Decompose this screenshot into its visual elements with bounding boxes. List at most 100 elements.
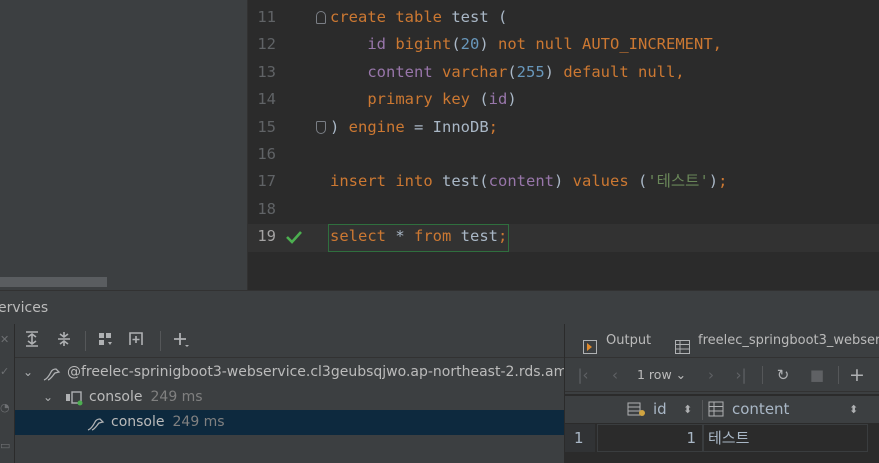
console-label: console 249 ms — [111, 414, 225, 430]
code-text: id bigint(20) not null AUTO_INCREMENT, — [330, 31, 722, 58]
close-icon[interactable]: ✕ — [0, 334, 10, 346]
output-icon — [583, 334, 598, 354]
tree-row-console-session[interactable]: ⌄ console 249 ms — [15, 385, 564, 410]
code-token: ( — [637, 172, 648, 191]
code-token: ; — [718, 172, 728, 191]
check-icon[interactable]: ✓ — [0, 366, 10, 378]
fold-end-icon[interactable] — [316, 120, 326, 134]
code-token: not null AUTO_INCREMENT, — [498, 35, 722, 54]
sort-icon[interactable]: ⬍ — [849, 396, 858, 423]
session-icon — [65, 390, 83, 406]
code-text: content varchar(255) default null, — [330, 59, 685, 86]
code-token: ) — [708, 172, 719, 191]
left-pane — [0, 0, 247, 290]
chevron-down-icon[interactable]: ⌄ — [23, 360, 33, 385]
code-token: values — [572, 172, 638, 191]
code-token: ) — [544, 62, 564, 81]
code-token: ) — [330, 117, 349, 136]
line-number: 18 — [257, 199, 276, 218]
plus-icon[interactable] — [169, 330, 191, 352]
stop-icon[interactable]: ◔ — [0, 402, 10, 414]
code-line[interactable]: 11 create table test ( — [248, 4, 879, 31]
code-token: ) — [507, 90, 517, 109]
code-token: bigint — [395, 35, 452, 54]
results-toolbar: |‹ ‹ 1 row ⌄ › ›| ↻ ■ + — [565, 358, 879, 392]
mysql-icon — [87, 415, 105, 431]
toolbar-separator — [762, 366, 763, 384]
column-header-id[interactable]: id — [653, 396, 667, 423]
code-token: 20 — [460, 35, 480, 54]
datasource-label: @freelec-sprinigboot3-webservice.cl3geub… — [67, 364, 564, 380]
code-token: test ( — [451, 8, 508, 26]
services-tree-pane: ⌄ @freelec-sprinigboot3-webservice.cl3ge… — [15, 324, 564, 463]
code-line[interactable]: 15) engine = InnoDB; — [248, 114, 879, 141]
services-toolbar — [15, 324, 564, 358]
add-group-icon[interactable] — [125, 330, 147, 352]
code-token: = InnoDB — [414, 117, 489, 136]
column-divider — [702, 400, 703, 420]
code-token: create table — [330, 8, 452, 26]
add-row-icon[interactable]: + — [847, 364, 867, 386]
collapse-all-icon[interactable] — [53, 330, 75, 352]
expand-all-icon[interactable] — [21, 330, 43, 352]
code-token: ) — [553, 172, 573, 191]
line-number: 12 — [257, 35, 276, 54]
chevron-down-icon[interactable]: ⌄ — [43, 385, 53, 410]
result-grid: id ⬍ content ⬍ 1 1 테스트 — [565, 394, 879, 463]
line-number: 14 — [257, 90, 276, 109]
mysql-icon — [43, 365, 61, 381]
tree-row-datasource[interactable]: ⌄ @freelec-sprinigboot3-webservice.cl3ge… — [15, 360, 564, 385]
panel-icon[interactable]: ▭ — [0, 440, 10, 452]
horizontal-scrollbar[interactable] — [0, 277, 247, 287]
table-icon — [675, 334, 690, 354]
line-number: 16 — [257, 145, 276, 163]
code-line[interactable]: 17 insert into test(content) values ('테스트… — [248, 168, 879, 195]
row-number: 1 — [565, 424, 595, 452]
code-token: '테스트' — [647, 172, 709, 191]
code-line[interactable]: 18 — [248, 196, 879, 223]
code-text: insert into test(content) values ('테스트')… — [330, 168, 727, 195]
code-token: content — [367, 62, 442, 81]
fold-start-icon[interactable] — [316, 11, 326, 24]
refresh-icon[interactable]: ↻ — [773, 364, 793, 386]
services-side-strip: ✕ ✓ ◔ ▭ — [0, 324, 15, 463]
code-token: id — [367, 35, 396, 54]
last-page-icon[interactable]: ›| — [731, 364, 751, 386]
next-page-icon[interactable]: › — [701, 364, 721, 386]
code-token: engine — [348, 117, 414, 136]
code-token: ( — [451, 35, 461, 54]
chevron-down-icon: ⌄ — [675, 367, 687, 382]
sort-icon[interactable]: ⬍ — [683, 396, 692, 423]
line-number: 13 — [257, 62, 276, 81]
code-token: primary key — [367, 90, 480, 109]
group-icon[interactable] — [95, 330, 117, 352]
code-text: create table test ( — [330, 4, 507, 31]
rows-count-select[interactable]: 1 row ⌄ — [637, 364, 686, 386]
scrollbar-thumb[interactable] — [0, 277, 107, 287]
code-token: default null, — [563, 62, 685, 81]
code-token: test( — [441, 172, 489, 191]
code-token: id — [488, 90, 508, 109]
statement-highlight — [328, 224, 509, 252]
column-header-content[interactable]: content — [732, 396, 789, 423]
grid-header: id ⬍ content ⬍ — [565, 396, 879, 423]
code-line[interactable]: 12 id bigint(20) not null AUTO_INCREMENT… — [248, 31, 879, 58]
sql-editor[interactable]: 11 create table test (12 id bigint(20) no… — [247, 0, 879, 290]
code-token: ; — [488, 117, 498, 136]
stop-icon[interactable]: ■ — [807, 364, 827, 386]
table-row[interactable]: 1 1 테스트 — [565, 424, 879, 452]
first-page-icon[interactable]: |‹ — [573, 364, 593, 386]
previous-page-icon[interactable]: ‹ — [605, 364, 625, 386]
code-token: content — [488, 172, 554, 191]
code-line[interactable]: 16 — [248, 141, 879, 168]
code-text: ) engine = InnoDB; — [330, 114, 498, 141]
code-token: varchar — [441, 62, 508, 81]
code-line[interactable]: 14 primary key (id) — [248, 86, 879, 113]
cell-content[interactable]: 테스트 — [703, 424, 868, 452]
toolbar-separator — [838, 366, 839, 384]
code-line[interactable]: 13 content varchar(255) default null, — [248, 59, 879, 86]
cell-id[interactable]: 1 — [597, 424, 703, 452]
tree-row-console[interactable]: console 249 ms — [15, 410, 564, 435]
